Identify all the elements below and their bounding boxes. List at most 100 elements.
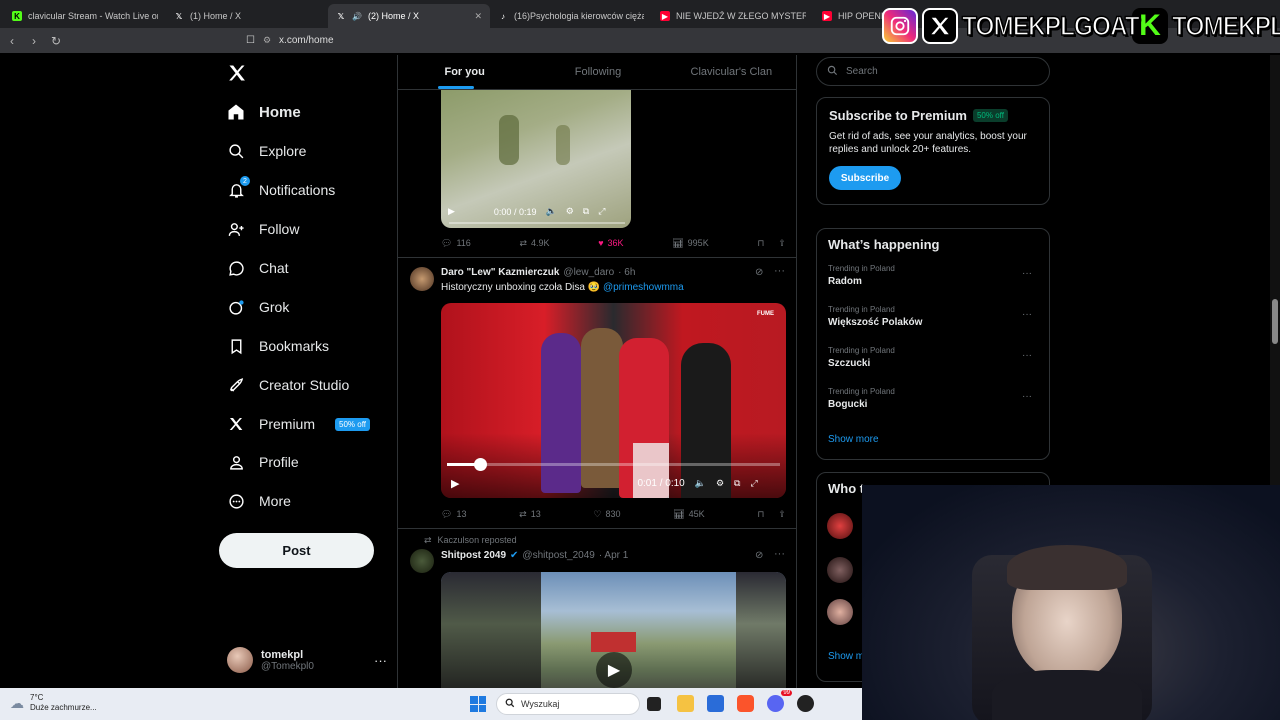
more-dots-icon[interactable]: ··· [1022, 391, 1032, 402]
trend-item[interactable]: Trending in Poland Radom ··· [828, 264, 1038, 305]
subscribe-button[interactable]: Subscribe [829, 166, 901, 190]
video-progress-track[interactable] [447, 463, 780, 466]
mention-link[interactable]: @primeshowmma [603, 282, 684, 293]
tab-clan[interactable]: Clavicular's Clan [665, 55, 796, 89]
account-switcher[interactable]: tomekpl @Tomekpl0 ··· [227, 645, 387, 675]
author-name[interactable]: Daro "Lew" Kazmierczuk [441, 267, 559, 278]
browser-tab[interactable]: ▶ NIE WJEDŹ W ZŁEGO MYSTERY BOX [652, 4, 814, 28]
reply-button[interactable]: 💬︎ 13 [441, 509, 466, 520]
discord-icon[interactable]: 99 [767, 690, 792, 712]
more-dots-icon[interactable]: ··· [1022, 350, 1032, 361]
settings-icon[interactable]: ⚙ [716, 478, 724, 489]
x-logo-icon[interactable] [219, 55, 255, 91]
volume-icon[interactable]: 🔈 [545, 206, 556, 217]
url-field[interactable]: ☐ ⚙ x.com/home [246, 35, 334, 46]
browser-tab[interactable]: ♪ (16)Psychologia kierowców ciężarów [490, 4, 652, 28]
reload-icon[interactable]: ↻ [46, 34, 66, 48]
repost-button[interactable]: ⇄ 13 [519, 509, 541, 520]
post-button[interactable]: Post [219, 533, 374, 568]
tweet-time[interactable]: · Apr 1 [599, 550, 628, 561]
more-dots-icon[interactable]: ··· [774, 548, 785, 560]
nav-more[interactable]: More [219, 484, 291, 518]
browser-tab-active[interactable]: 𝕏 🔊 (2) Home / X ✕ [328, 4, 490, 28]
share-icon[interactable]: ⇪ [778, 238, 786, 249]
speaker-icon: 🔊 [352, 11, 362, 21]
avatar[interactable] [410, 267, 434, 291]
scrollbar-thumb[interactable] [1272, 299, 1278, 344]
like-button[interactable]: ♥ 36K [598, 238, 623, 248]
bookmark-button[interactable]: ⊓ ⇪ [757, 509, 786, 520]
more-dots-icon[interactable]: ··· [374, 653, 387, 668]
tweet-video[interactable]: FUME [441, 303, 786, 498]
like-button[interactable]: ♡ 830 [593, 509, 620, 520]
back-icon[interactable]: ‹ [2, 34, 22, 48]
volume-icon[interactable]: 🔈 [695, 478, 706, 489]
task-view-icon[interactable] [647, 697, 661, 711]
store-icon[interactable] [707, 695, 724, 712]
avatar[interactable] [827, 513, 853, 539]
nav-explore[interactable]: Explore [219, 134, 306, 168]
video-progress-track[interactable] [449, 222, 625, 224]
search-input[interactable]: Search [816, 57, 1050, 86]
app-icon[interactable] [797, 695, 814, 712]
nav-creator-studio[interactable]: Creator Studio [219, 368, 349, 402]
more-dots-icon[interactable]: ··· [774, 265, 785, 277]
avatar[interactable] [827, 599, 853, 625]
weather-widget[interactable]: ☁ 7°C Duże zachmurze... [10, 693, 97, 713]
nav-premium[interactable]: Premium 50% off [219, 407, 370, 441]
forward-icon[interactable]: › [24, 34, 44, 48]
play-icon[interactable]: ▶ [448, 206, 455, 217]
nav-grok[interactable]: Grok [219, 290, 289, 324]
file-explorer-icon[interactable] [677, 695, 694, 712]
tweet-video[interactable]: ▶ [441, 572, 786, 695]
more-dots-icon[interactable]: ··· [1022, 268, 1032, 279]
show-more-link[interactable]: Show more [828, 434, 1038, 445]
trend-item[interactable]: Trending in Poland Bogucki ··· [828, 387, 1038, 428]
nav-home[interactable]: Home [219, 95, 301, 129]
grok-icon[interactable]: ⊘ [755, 550, 763, 561]
author-handle[interactable]: @shitpost_2049 [522, 550, 594, 561]
avatar[interactable] [827, 557, 853, 583]
browser-tab[interactable]: Kclavicular Stream - Watch Live on Ki [4, 4, 166, 28]
pip-icon[interactable]: ⧉ [583, 206, 589, 217]
author-name[interactable]: Shitpost 2049 [441, 550, 506, 561]
play-icon[interactable]: ▶ [451, 477, 459, 490]
bookmark-icon[interactable]: ⊓ [757, 509, 764, 520]
settings-icon[interactable]: ⚙ [566, 206, 574, 217]
avatar[interactable] [410, 549, 434, 573]
taskbar-search[interactable]: Wyszukaj [496, 693, 640, 715]
nav-notifications[interactable]: 2 Notifications [219, 173, 335, 207]
close-tab-icon[interactable]: ✕ [474, 11, 482, 22]
trend-item[interactable]: Trending in Poland Większość Polaków ··· [828, 305, 1038, 346]
grok-icon[interactable]: ⊘ [755, 267, 763, 278]
browser-tab[interactable]: 𝕏 (1) Home / X [166, 4, 328, 28]
brave-icon[interactable] [737, 695, 754, 712]
tab-following[interactable]: Following [531, 55, 664, 89]
views-button[interactable]: 📊︎ 995K [672, 238, 708, 249]
site-info-icon[interactable]: ⚙ [263, 35, 271, 46]
nav-chat[interactable]: Chat [219, 251, 289, 285]
tab-for-you[interactable]: For you [398, 55, 531, 89]
nav-bookmarks[interactable]: Bookmarks [219, 329, 329, 363]
fullscreen-icon[interactable]: ⤢ [598, 206, 605, 217]
reply-button[interactable]: 💬︎ 116 [441, 238, 471, 249]
bookmark-icon[interactable]: ⊓ [757, 238, 764, 249]
nav-profile[interactable]: Profile [219, 445, 299, 479]
repost-label[interactable]: Kaczulson reposted [438, 535, 517, 546]
bookmark-star-icon[interactable]: ☐ [246, 35, 255, 46]
windows-start-icon[interactable] [470, 696, 486, 712]
more-dots-icon[interactable]: ··· [1022, 309, 1032, 320]
nav-follow[interactable]: Follow [219, 212, 299, 246]
tab-title: NIE WJEDŹ W ZŁEGO MYSTERY BOX [676, 11, 806, 21]
show-more-link[interactable]: Show m [828, 651, 864, 662]
pip-icon[interactable]: ⧉ [734, 478, 740, 489]
tweet-time[interactable]: · 6h [618, 267, 635, 278]
play-icon[interactable]: ▶ [596, 652, 632, 688]
repost-button[interactable]: ⇄ 4.9K [519, 238, 549, 249]
trend-item[interactable]: Trending in Poland Szczucki ··· [828, 346, 1038, 387]
fullscreen-icon[interactable]: ⤢ [750, 478, 757, 489]
bookmark-button[interactable]: ⊓ ⇪ [757, 238, 786, 249]
share-icon[interactable]: ⇪ [778, 509, 786, 520]
views-button[interactable]: 📊︎ 45K [673, 509, 704, 520]
author-handle[interactable]: @lew_daro [563, 267, 614, 278]
